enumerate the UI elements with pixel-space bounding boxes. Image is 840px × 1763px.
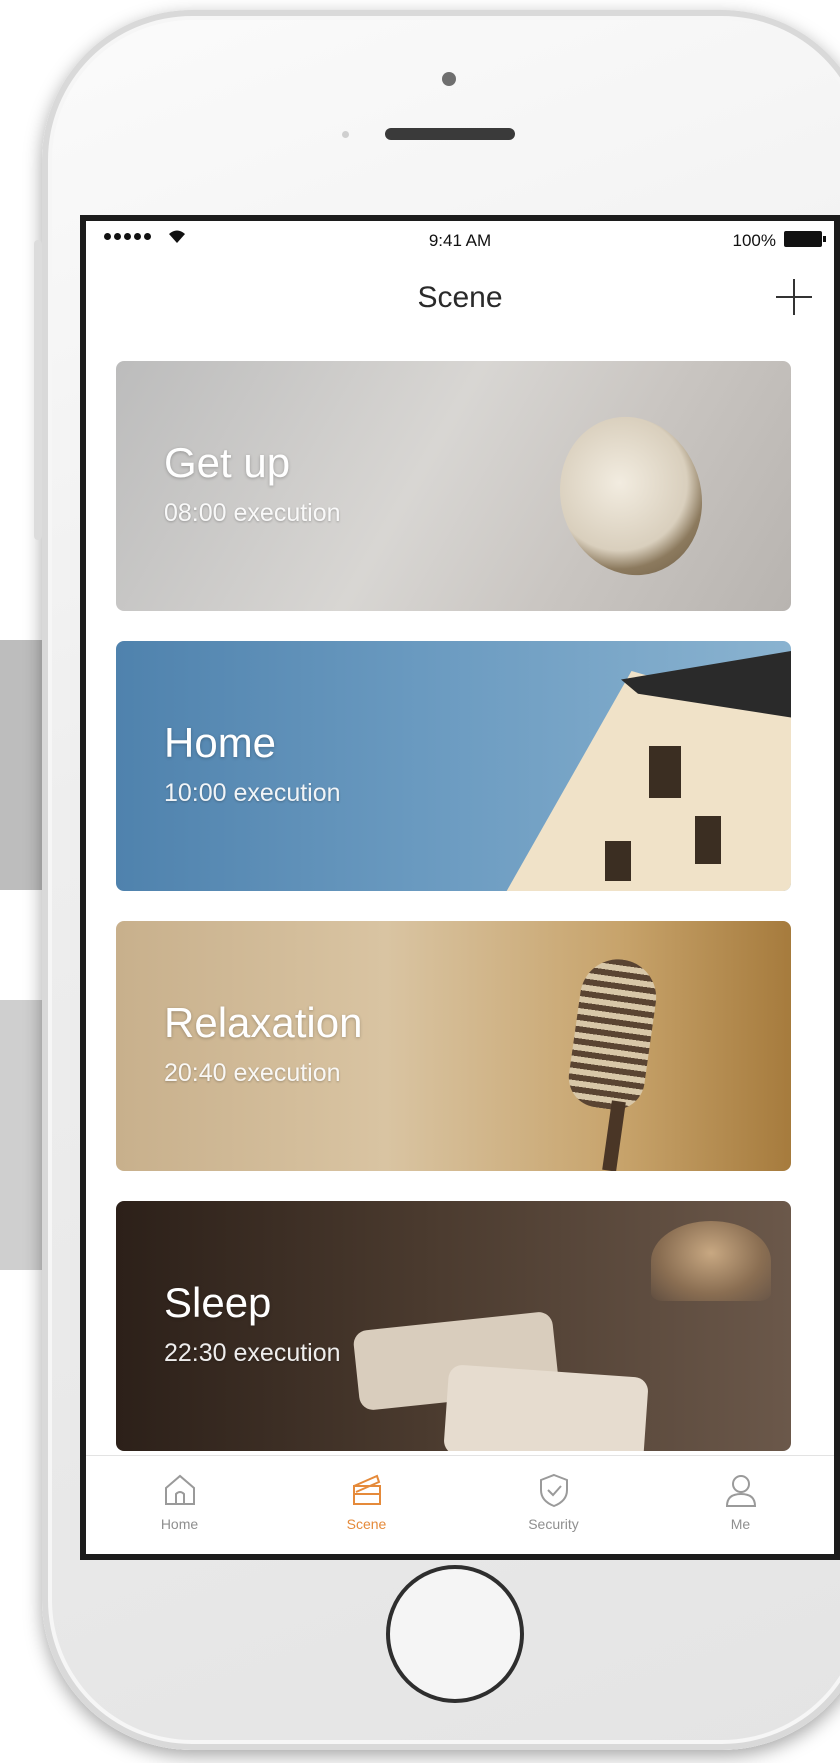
phone-home-button	[386, 1565, 524, 1703]
scene-card-get-up[interactable]: Get up 08:00 execution	[116, 361, 791, 611]
scene-name: Relaxation	[164, 999, 363, 1046]
tab-label: Home	[160, 1516, 199, 1532]
navigation-bar: Scene	[86, 261, 834, 346]
status-bar: 9:41 AM 100%	[86, 221, 834, 261]
lamp-image	[651, 1221, 771, 1301]
scene-card-relaxation[interactable]: Relaxation 20:40 execution	[116, 921, 791, 1171]
pocket-watch-image	[539, 398, 723, 594]
front-camera	[442, 72, 456, 86]
house-window	[605, 841, 631, 881]
scene-icon	[352, 1474, 381, 1505]
page-title: Scene	[417, 281, 503, 314]
scene-name: Sleep	[164, 1279, 272, 1326]
tab-bar: Home Scene Security Me	[86, 1455, 834, 1554]
house-window	[649, 746, 681, 798]
scene-card-home[interactable]: Home 10:00 execution	[116, 641, 791, 891]
scene-time: 20:40 execution	[164, 1059, 341, 1087]
tab-security[interactable]: Security	[460, 1456, 647, 1554]
tab-label: Scene	[346, 1516, 387, 1532]
tab-label: Security	[528, 1516, 579, 1532]
tab-scene[interactable]: Scene	[273, 1456, 460, 1554]
scene-name: Home	[164, 719, 277, 766]
tab-label: Me	[730, 1516, 751, 1532]
battery-icon	[784, 231, 826, 247]
home-icon	[164, 1474, 195, 1505]
add-icon[interactable]	[774, 277, 814, 317]
tab-me[interactable]: Me	[647, 1456, 834, 1554]
scene-list: Get up 08:00 execution Home 10:00 execut…	[116, 361, 791, 1481]
phone-screen: 9:41 AM 100% Scene Get up 08:00 executio…	[80, 215, 840, 1560]
scene-time: 08:00 execution	[164, 499, 341, 527]
microphone-image	[564, 954, 662, 1114]
tab-home[interactable]: Home	[86, 1456, 273, 1554]
status-time: 9:41 AM	[428, 231, 492, 250]
stage: 9:41 AM 100% Scene Get up 08:00 executio…	[0, 0, 840, 1763]
microphone-stand	[602, 1100, 626, 1171]
battery-percent: 100%	[732, 231, 776, 250]
scene-name: Get up	[164, 439, 291, 486]
phone-side-button	[34, 240, 42, 540]
user-icon	[725, 1475, 756, 1507]
proximity-sensor	[342, 131, 349, 138]
scene-time: 22:30 execution	[164, 1339, 341, 1367]
scene-card-sleep[interactable]: Sleep 22:30 execution	[116, 1201, 791, 1451]
shield-icon	[539, 1473, 568, 1508]
scene-time: 10:00 execution	[164, 779, 341, 807]
pillow-image	[443, 1364, 649, 1451]
house-window	[695, 816, 721, 864]
earpiece-speaker	[385, 128, 515, 140]
